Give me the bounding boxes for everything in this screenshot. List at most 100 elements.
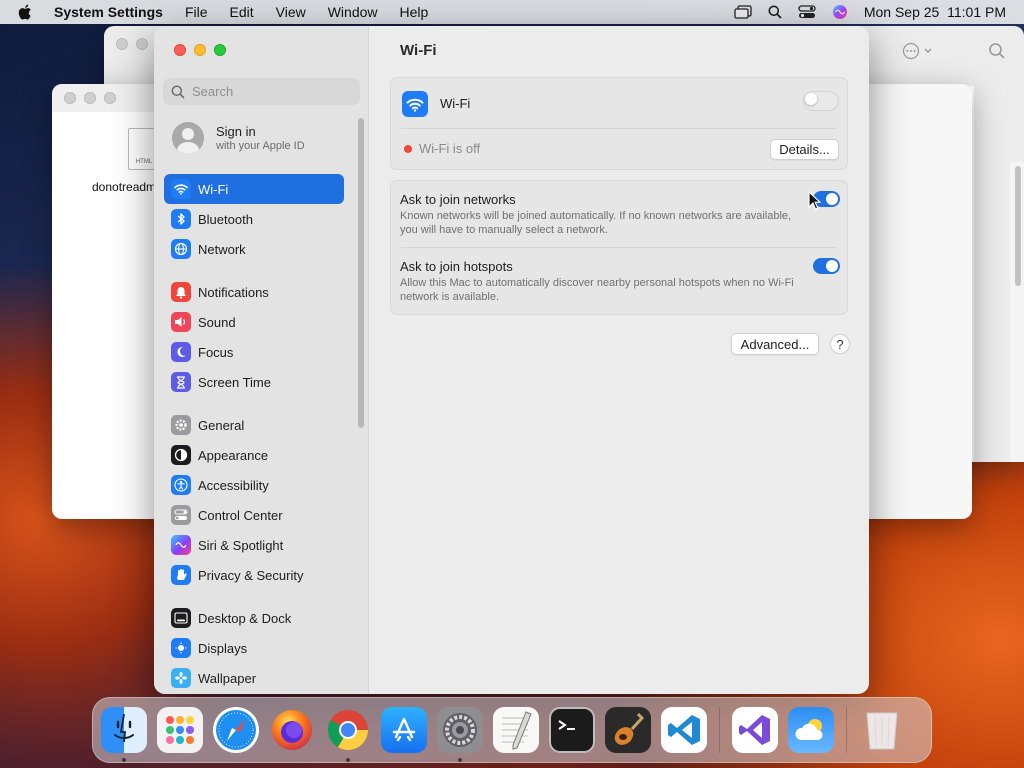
weather-icon[interactable]	[788, 707, 834, 753]
apple-logo-icon[interactable]	[18, 4, 34, 20]
menu-clock[interactable]: Mon Sep 25 11:01 PM	[864, 4, 1006, 20]
safari-icon[interactable]	[213, 707, 259, 753]
dock-separator	[846, 707, 847, 753]
search-placeholder: Search	[192, 84, 234, 99]
file-label[interactable]: donotreadme	[92, 180, 154, 194]
sidebar-item-accessibility[interactable]: Accessibility	[164, 470, 344, 500]
sidebar-item-focus[interactable]: Focus	[164, 337, 344, 367]
sidebar-item-label: Accessibility	[198, 477, 269, 493]
sidebar-item-sound[interactable]: Sound	[164, 307, 344, 337]
sidebar-item-displays[interactable]: Displays	[164, 633, 344, 663]
ask-networks-title: Ask to join networks	[400, 192, 516, 207]
bell-icon	[171, 282, 191, 302]
bluetooth-icon	[171, 209, 191, 229]
stage-manager-icon[interactable]	[734, 5, 752, 19]
terminal-icon[interactable]	[549, 707, 595, 753]
sidebar-item-privacy-security[interactable]: Privacy & Security	[164, 560, 344, 590]
spotlight-search-icon[interactable]	[768, 5, 782, 19]
sidebar-item-notifications[interactable]: Notifications	[164, 277, 344, 307]
sidebar-item-label: Displays	[198, 640, 248, 656]
dock	[92, 697, 932, 763]
dock-separator	[719, 707, 720, 753]
sidebar-item-label: Notifications	[198, 284, 269, 300]
sidebar: Search Sign in with your Apple ID Wi-Fi	[154, 26, 369, 694]
wallpaper-icon	[171, 668, 191, 688]
finder-icon[interactable]	[101, 707, 147, 762]
system-settings-icon[interactable]	[437, 707, 483, 762]
search-icon[interactable]	[988, 42, 1006, 60]
sidebar-item-siri-spotlight[interactable]: Siri & Spotlight	[164, 530, 344, 560]
display-icon	[171, 638, 191, 658]
menu-window[interactable]: Window	[328, 4, 378, 20]
wifi-toggle[interactable]	[803, 91, 839, 111]
sidebar-item-label: Wi-Fi	[198, 181, 229, 197]
menu-edit[interactable]: Edit	[230, 4, 254, 20]
main-pane: Wi-Fi Wi-Fi Wi-Fi is off Details... Ask …	[370, 26, 869, 694]
siri-icon[interactable]	[832, 4, 848, 20]
sidebar-item-network[interactable]: Network	[164, 234, 344, 264]
hand-icon	[171, 565, 191, 585]
vscode-icon[interactable]	[661, 707, 707, 753]
wifi-status-text: Wi-Fi is off	[419, 141, 481, 156]
sidebar-scrollbar[interactable]	[358, 118, 364, 428]
sidebar-item-label: Screen Time	[198, 374, 271, 390]
details-button[interactable]: Details...	[770, 139, 839, 160]
siri-icon	[171, 535, 191, 555]
signin-title: Sign in	[216, 124, 256, 139]
menu-help[interactable]: Help	[400, 4, 429, 20]
menu-file[interactable]: File	[185, 4, 208, 20]
sidebar-item-label: Siri & Spotlight	[198, 537, 284, 553]
menu-app-name[interactable]: System Settings	[54, 4, 163, 20]
hourglass-icon	[171, 372, 191, 392]
trash-icon[interactable]	[859, 707, 905, 753]
ask-hotspots-description: Allow this Mac to automatically discover…	[400, 277, 794, 303]
control-center-icon[interactable]	[798, 5, 816, 19]
advanced-button[interactable]: Advanced...	[731, 333, 819, 355]
chrome-icon[interactable]	[325, 707, 371, 762]
wifi-icon	[171, 179, 191, 199]
speaker-icon	[171, 312, 191, 332]
sidebar-item-label: Privacy & Security	[198, 567, 304, 583]
gear-icon	[171, 415, 191, 435]
menu-bar: System Settings File Edit View Window He…	[0, 0, 1024, 24]
sidebar-item-wallpaper[interactable]: Wallpaper	[164, 663, 344, 693]
minimize-button[interactable]	[194, 44, 206, 56]
garageband-icon[interactable]	[605, 707, 651, 753]
join-settings-card: Ask to join networks Known networks will…	[390, 180, 848, 315]
sidebar-item-appearance[interactable]: Appearance	[164, 440, 344, 470]
help-button[interactable]: ?	[830, 334, 850, 354]
page-title: Wi-Fi	[400, 42, 437, 59]
search-icon	[171, 85, 185, 99]
sidebar-item-label: Desktop & Dock	[198, 610, 292, 626]
sidebar-item-screen-time[interactable]: Screen Time	[164, 367, 344, 397]
visual-studio-icon[interactable]	[732, 707, 778, 753]
app-store-icon[interactable]	[381, 707, 427, 753]
sidebar-item-label: Bluetooth	[198, 211, 253, 227]
menu-view[interactable]: View	[276, 4, 306, 20]
ask-hotspots-toggle[interactable]	[813, 258, 840, 274]
sidebar-item-label: General	[198, 417, 245, 433]
sidebar-item-control-center[interactable]: Control Center	[164, 500, 344, 530]
sidebar-item-desktop-dock[interactable]: Desktop & Dock	[164, 603, 344, 633]
window-controls[interactable]	[64, 92, 116, 104]
launchpad-icon[interactable]	[157, 707, 203, 753]
sidebar-item-label: Wallpaper	[198, 670, 257, 686]
textedit-icon[interactable]	[493, 707, 539, 753]
zoom-button[interactable]	[214, 44, 226, 56]
sidebar-item-bluetooth[interactable]: Bluetooth	[164, 204, 344, 234]
wifi-card: Wi-Fi Wi-Fi is off Details...	[390, 77, 848, 170]
mouse-cursor-icon	[808, 191, 821, 210]
sidebar-item-general[interactable]: General	[164, 410, 344, 440]
more-icon[interactable]	[902, 42, 936, 60]
sidebar-item-label: Control Center	[198, 507, 283, 523]
sidebar-item-label: Appearance	[198, 447, 269, 463]
status-indicator-dot	[404, 145, 412, 153]
close-button[interactable]	[174, 44, 186, 56]
control-center-icon	[171, 505, 191, 525]
sidebar-item-wifi[interactable]: Wi-Fi	[164, 174, 344, 204]
apple-id-signin[interactable]: Sign in with your Apple ID	[172, 122, 305, 154]
firefox-icon[interactable]	[269, 707, 315, 753]
globe-icon	[171, 239, 191, 259]
ask-hotspots-title: Ask to join hotspots	[400, 259, 513, 274]
search-field[interactable]: Search	[163, 78, 360, 105]
